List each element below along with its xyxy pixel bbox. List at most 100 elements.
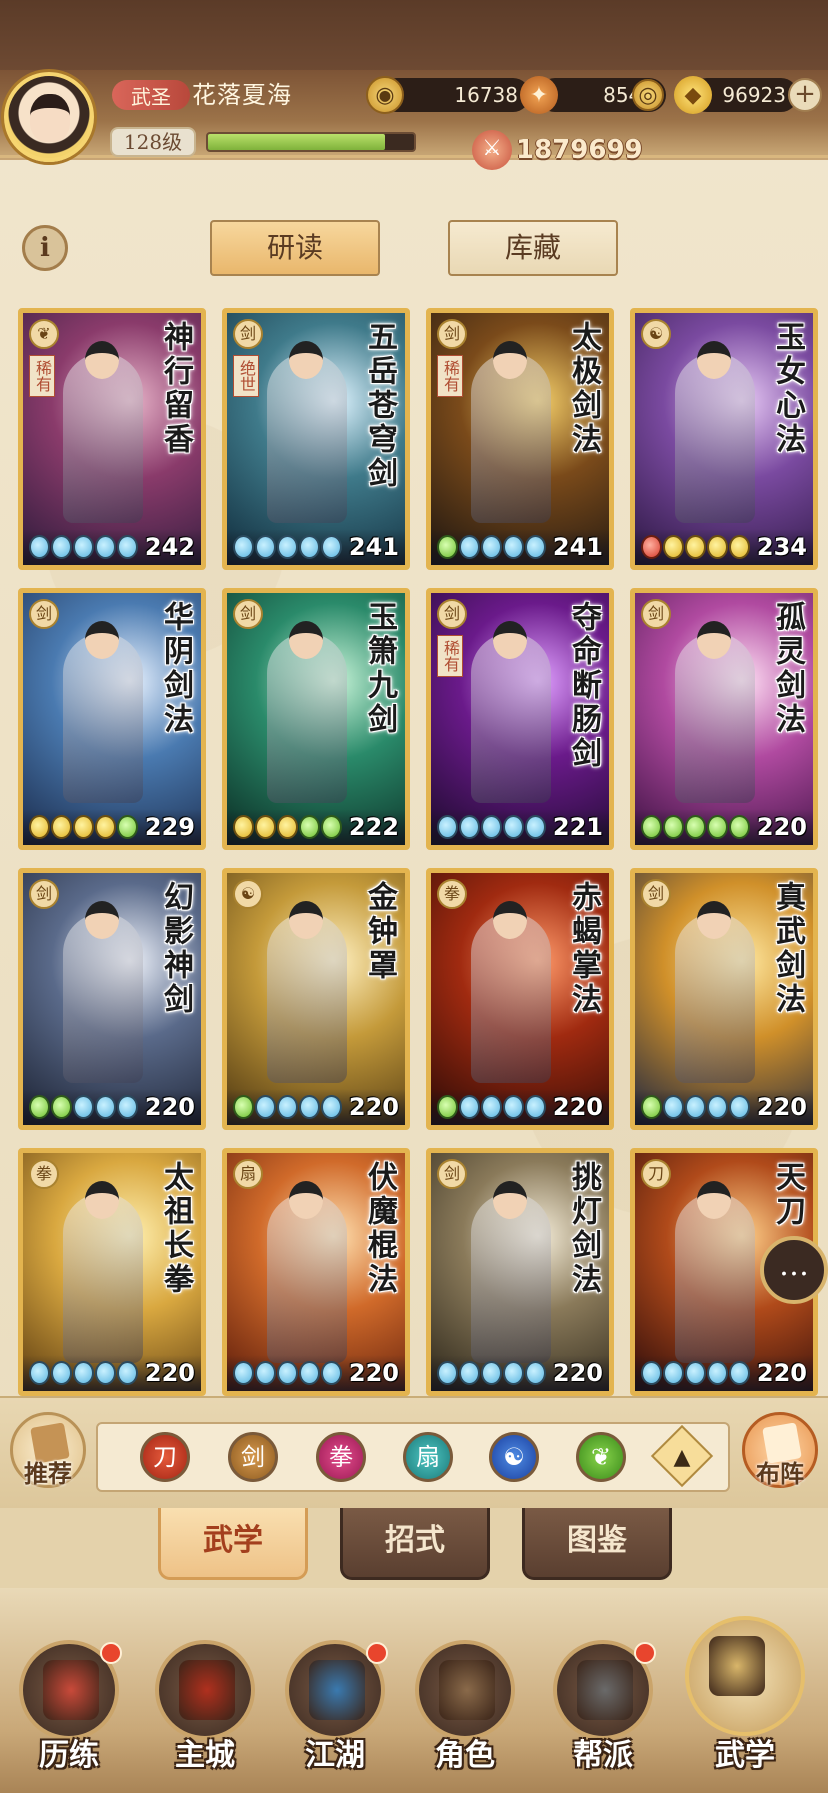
nav-item[interactable]: 角色 bbox=[410, 1640, 520, 1790]
tab-moves[interactable]: 招式 bbox=[340, 1508, 490, 1580]
skill-level: 220 bbox=[348, 1359, 399, 1387]
green-drop-icon bbox=[233, 1095, 254, 1119]
formation-label: 布阵 bbox=[756, 1459, 804, 1488]
skill-card[interactable]: 拳 赤蝎掌法 220 bbox=[426, 868, 614, 1130]
nav-item[interactable]: 历练 bbox=[14, 1640, 124, 1790]
skill-level: 229 bbox=[144, 813, 195, 841]
blue-drop-icon bbox=[459, 1361, 480, 1385]
skill-card[interactable]: 剑 玉箫九剑 222 bbox=[222, 588, 410, 850]
skill-name: 真武剑法 bbox=[770, 881, 805, 1017]
combat-power-value: 1879699 bbox=[516, 135, 643, 165]
skill-card[interactable]: 剑 幻影神剑 220 bbox=[18, 868, 206, 1130]
taiji-filter-icon[interactable]: ☯ bbox=[489, 1432, 539, 1482]
nav-icon-art bbox=[439, 1660, 495, 1720]
nav-item[interactable]: 江湖 bbox=[280, 1640, 390, 1790]
green-drop-icon bbox=[51, 1095, 72, 1119]
skill-card[interactable]: 剑 孤灵剑法 220 bbox=[630, 588, 818, 850]
yellow-drop-icon bbox=[707, 535, 728, 559]
formation-button[interactable]: 布阵 bbox=[742, 1412, 818, 1488]
blue-drop-icon bbox=[233, 535, 254, 559]
tab-martial-arts[interactable]: 武学 bbox=[158, 1508, 308, 1580]
leaf-filter-icon[interactable]: ❦ bbox=[576, 1432, 626, 1482]
nav-item[interactable]: 帮派 bbox=[548, 1640, 658, 1790]
blue-drop-icon bbox=[503, 535, 524, 559]
blue-drop-icon bbox=[117, 1361, 138, 1385]
skill-level: 220 bbox=[144, 1359, 195, 1387]
skill-level: 241 bbox=[348, 533, 399, 561]
player-avatar[interactable] bbox=[4, 72, 94, 162]
blue-drop-icon bbox=[117, 1095, 138, 1119]
fan-filter-icon[interactable]: 扇 bbox=[403, 1432, 453, 1482]
sword-type-icon: 剑 bbox=[233, 319, 263, 349]
skill-card[interactable]: ❦ 稀有 神行留香 242 bbox=[18, 308, 206, 570]
green-drop-icon bbox=[437, 1095, 458, 1119]
sword-type-icon: 剑 bbox=[641, 879, 671, 909]
skill-level: 241 bbox=[552, 533, 603, 561]
chat-bubble-button[interactable]: … bbox=[760, 1236, 828, 1304]
skill-name: 玉女心法 bbox=[770, 321, 805, 457]
recommend-button[interactable]: 推荐 bbox=[10, 1412, 86, 1488]
nav-item[interactable]: 武学 bbox=[685, 1616, 805, 1790]
skill-card[interactable]: 剑绝世 五岳苍穹剑 241 bbox=[222, 308, 410, 570]
fist-filter-icon[interactable]: 拳 bbox=[316, 1432, 366, 1482]
skill-card[interactable]: 剑 华阴剑法 229 bbox=[18, 588, 206, 850]
skill-card[interactable]: ☯ 玉女心法 234 bbox=[630, 308, 818, 570]
blue-drop-icon bbox=[73, 535, 94, 559]
notification-dot bbox=[100, 1642, 122, 1664]
green-drop-icon bbox=[437, 535, 458, 559]
tab-study[interactable]: 研读 bbox=[210, 220, 380, 276]
rank-title-badge: 武圣 bbox=[112, 80, 190, 110]
sword-filter-icon[interactable]: 剑 bbox=[228, 1432, 278, 1482]
coin-value: 16738 bbox=[454, 83, 518, 107]
blue-drop-icon bbox=[277, 535, 298, 559]
skill-card[interactable]: 剑稀有 太极剑法 241 bbox=[426, 308, 614, 570]
card-character-head bbox=[289, 1181, 323, 1219]
star-drops bbox=[29, 535, 138, 559]
skill-card[interactable]: 剑稀有 夺命断肠剑 221 bbox=[426, 588, 614, 850]
green-drop-icon bbox=[663, 815, 684, 839]
tab-codex[interactable]: 图鉴 bbox=[522, 1508, 672, 1580]
skill-name: 太祖长拳 bbox=[158, 1161, 193, 1297]
card-character-head bbox=[85, 341, 119, 379]
blue-drop-icon bbox=[321, 535, 342, 559]
blade-type-icon: 刀 bbox=[641, 1159, 671, 1189]
card-character-head bbox=[85, 901, 119, 939]
blue-drop-icon bbox=[299, 1095, 320, 1119]
skill-card[interactable]: 扇 伏魔棍法 220 bbox=[222, 1148, 410, 1396]
skill-level: 220 bbox=[348, 1093, 399, 1121]
blue-drop-icon bbox=[707, 1361, 728, 1385]
info-button[interactable]: i bbox=[22, 225, 68, 271]
skill-card[interactable]: 剑 真武剑法 220 bbox=[630, 868, 818, 1130]
blue-drop-icon bbox=[729, 1095, 750, 1119]
blade-filter-icon[interactable]: 刀 bbox=[140, 1432, 190, 1482]
yellow-drop-icon bbox=[663, 535, 684, 559]
tab-collection[interactable]: 库藏 bbox=[448, 220, 618, 276]
skill-name: 神行留香 bbox=[158, 321, 193, 457]
blue-drop-icon bbox=[117, 535, 138, 559]
yellow-drop-icon bbox=[685, 535, 706, 559]
star-drops bbox=[641, 1095, 750, 1119]
coin-icon: ◉ bbox=[366, 76, 404, 114]
card-character-head bbox=[493, 621, 527, 659]
skill-card[interactable]: ☯ 金钟罩 220 bbox=[222, 868, 410, 1130]
blue-drop-icon bbox=[459, 535, 480, 559]
sword-type-icon: 剑 bbox=[437, 319, 467, 349]
recharge-plus-button[interactable]: + bbox=[788, 78, 822, 112]
gold-ingot-icon: ◆ bbox=[674, 76, 712, 114]
green-drop-icon bbox=[117, 815, 138, 839]
skill-card[interactable]: 拳 太祖长拳 220 bbox=[18, 1148, 206, 1396]
skill-name: 幻影神剑 bbox=[158, 881, 193, 1017]
red-drop-icon bbox=[641, 535, 662, 559]
notification-dot bbox=[634, 1642, 656, 1664]
blue-drop-icon bbox=[503, 815, 524, 839]
nav-icon-art bbox=[43, 1660, 99, 1720]
blue-drop-icon bbox=[255, 1361, 276, 1385]
skill-name: 夺命断肠剑 bbox=[566, 601, 601, 771]
sword-type-icon: 剑 bbox=[641, 599, 671, 629]
nav-item[interactable]: 主城 bbox=[150, 1640, 260, 1790]
card-character-head bbox=[697, 901, 731, 939]
level-badge: 128级 bbox=[110, 127, 196, 157]
star-drops bbox=[437, 535, 546, 559]
ingot-value: 96923 bbox=[722, 83, 786, 107]
skill-card[interactable]: 剑 挑灯剑法 220 bbox=[426, 1148, 614, 1396]
